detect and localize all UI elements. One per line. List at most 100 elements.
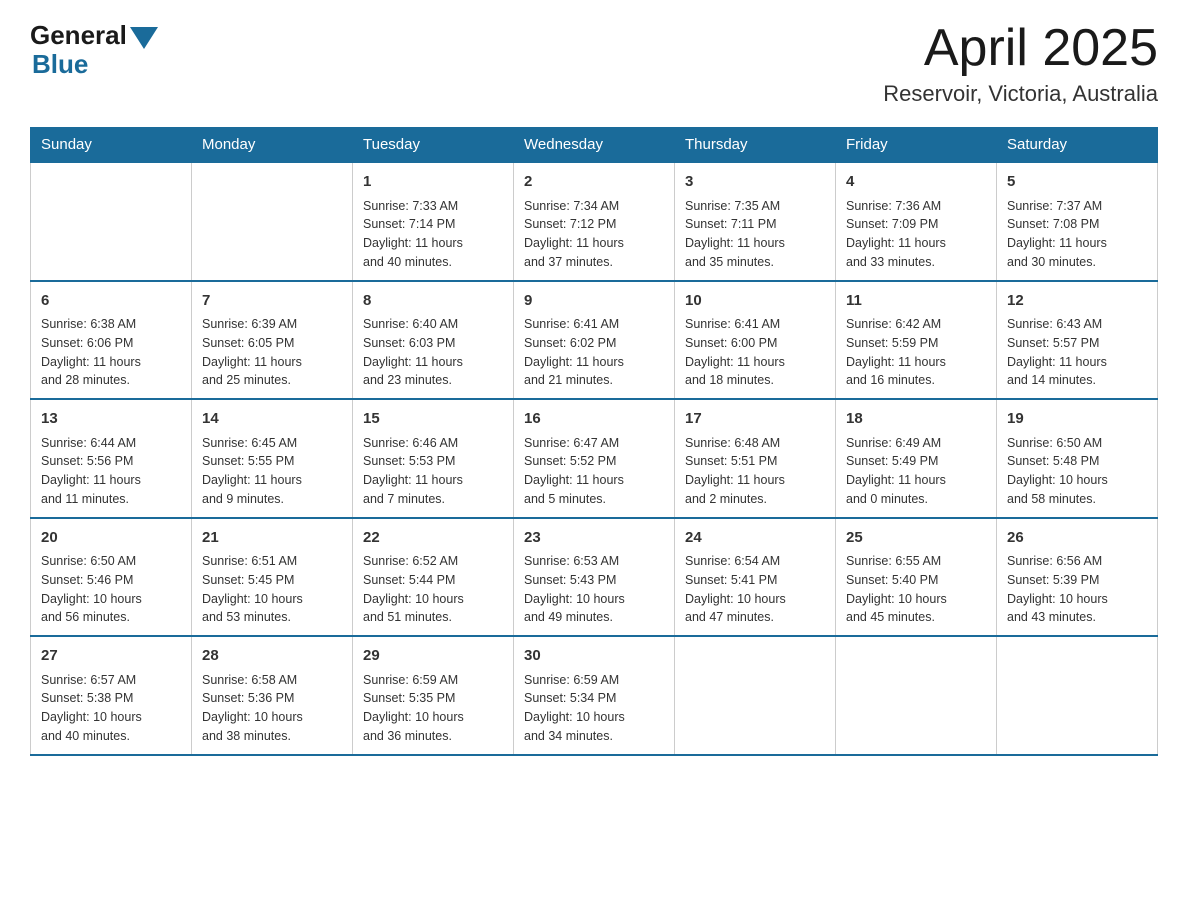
header-monday: Monday [192, 128, 353, 163]
day-info: Sunrise: 7:36 AM Sunset: 7:09 PM Dayligh… [846, 197, 986, 272]
day-info: Sunrise: 6:58 AM Sunset: 5:36 PM Dayligh… [202, 671, 342, 746]
day-info: Sunrise: 6:55 AM Sunset: 5:40 PM Dayligh… [846, 552, 986, 627]
calendar-cell: 4 Sunrise: 7:36 AM Sunset: 7:09 PM Daylig… [836, 162, 997, 281]
day-info: Sunrise: 6:59 AM Sunset: 5:34 PM Dayligh… [524, 671, 664, 746]
day-info: Sunrise: 7:33 AM Sunset: 7:14 PM Dayligh… [363, 197, 503, 272]
day-number: 6 [41, 290, 181, 313]
calendar-cell: 27 Sunrise: 6:57 AM Sunset: 5:38 PM Dayli… [31, 636, 192, 755]
calendar-cell: 10Sunrise: 6:41 AM Sunset: 6:00 PM Dayli… [675, 281, 836, 400]
day-number: 9 [524, 290, 664, 313]
page-title: April 2025 [883, 20, 1158, 77]
calendar-cell: 30 Sunrise: 6:59 AM Sunset: 5:34 PM Dayli… [514, 636, 675, 755]
day-number: 28 [202, 645, 342, 668]
calendar-cell: 7Sunrise: 6:39 AM Sunset: 6:05 PM Daylig… [192, 281, 353, 400]
calendar-cell: 23Sunrise: 6:53 AM Sunset: 5:43 PM Dayli… [514, 518, 675, 637]
page-header: General Blue April 2025 Reservoir, Victo… [30, 20, 1158, 107]
day-info: Sunrise: 6:46 AM Sunset: 5:53 PM Dayligh… [363, 434, 503, 509]
day-number: 7 [202, 290, 342, 313]
calendar-cell: 18 Sunrise: 6:49 AM Sunset: 5:49 PM Dayli… [836, 399, 997, 518]
calendar-cell: 22Sunrise: 6:52 AM Sunset: 5:44 PM Dayli… [353, 518, 514, 637]
day-info: Sunrise: 6:38 AM Sunset: 6:06 PM Dayligh… [41, 315, 181, 390]
day-number: 10 [685, 290, 825, 313]
day-number: 22 [363, 527, 503, 550]
calendar-cell: 1Sunrise: 7:33 AM Sunset: 7:14 PM Daylig… [353, 162, 514, 281]
day-number: 25 [846, 527, 986, 550]
calendar-header-row: SundayMondayTuesdayWednesdayThursdayFrid… [31, 128, 1158, 163]
calendar-table: SundayMondayTuesdayWednesdayThursdayFrid… [30, 127, 1158, 756]
day-info: Sunrise: 6:53 AM Sunset: 5:43 PM Dayligh… [524, 552, 664, 627]
day-info: Sunrise: 6:57 AM Sunset: 5:38 PM Dayligh… [41, 671, 181, 746]
page-subtitle: Reservoir, Victoria, Australia [883, 81, 1158, 107]
day-info: Sunrise: 7:37 AM Sunset: 7:08 PM Dayligh… [1007, 197, 1147, 272]
calendar-cell: 24Sunrise: 6:54 AM Sunset: 5:41 PM Dayli… [675, 518, 836, 637]
day-info: Sunrise: 6:51 AM Sunset: 5:45 PM Dayligh… [202, 552, 342, 627]
day-info: Sunrise: 6:47 AM Sunset: 5:52 PM Dayligh… [524, 434, 664, 509]
logo: General Blue [30, 20, 158, 80]
day-number: 18 [846, 408, 986, 431]
day-info: Sunrise: 6:41 AM Sunset: 6:02 PM Dayligh… [524, 315, 664, 390]
calendar-cell [192, 162, 353, 281]
day-number: 20 [41, 527, 181, 550]
day-number: 30 [524, 645, 664, 668]
logo-general-text: General [30, 20, 127, 51]
day-number: 26 [1007, 527, 1147, 550]
day-info: Sunrise: 6:45 AM Sunset: 5:55 PM Dayligh… [202, 434, 342, 509]
header-friday: Friday [836, 128, 997, 163]
header-thursday: Thursday [675, 128, 836, 163]
day-info: Sunrise: 6:50 AM Sunset: 5:48 PM Dayligh… [1007, 434, 1147, 509]
header-tuesday: Tuesday [353, 128, 514, 163]
calendar-cell: 20Sunrise: 6:50 AM Sunset: 5:46 PM Dayli… [31, 518, 192, 637]
day-number: 5 [1007, 171, 1147, 194]
week-row-5: 27 Sunrise: 6:57 AM Sunset: 5:38 PM Dayli… [31, 636, 1158, 755]
calendar-cell: 21Sunrise: 6:51 AM Sunset: 5:45 PM Dayli… [192, 518, 353, 637]
day-number: 3 [685, 171, 825, 194]
day-info: Sunrise: 6:41 AM Sunset: 6:00 PM Dayligh… [685, 315, 825, 390]
logo-triangle-icon [130, 27, 158, 49]
day-number: 15 [363, 408, 503, 431]
calendar-cell [31, 162, 192, 281]
calendar-cell: 6Sunrise: 6:38 AM Sunset: 6:06 PM Daylig… [31, 281, 192, 400]
day-info: Sunrise: 6:44 AM Sunset: 5:56 PM Dayligh… [41, 434, 181, 509]
day-number: 8 [363, 290, 503, 313]
calendar-cell: 17Sunrise: 6:48 AM Sunset: 5:51 PM Dayli… [675, 399, 836, 518]
day-info: Sunrise: 7:34 AM Sunset: 7:12 PM Dayligh… [524, 197, 664, 272]
day-number: 24 [685, 527, 825, 550]
calendar-cell: 14Sunrise: 6:45 AM Sunset: 5:55 PM Dayli… [192, 399, 353, 518]
day-number: 19 [1007, 408, 1147, 431]
calendar-cell: 9Sunrise: 6:41 AM Sunset: 6:02 PM Daylig… [514, 281, 675, 400]
calendar-cell: 26Sunrise: 6:56 AM Sunset: 5:39 PM Dayli… [997, 518, 1158, 637]
day-info: Sunrise: 6:52 AM Sunset: 5:44 PM Dayligh… [363, 552, 503, 627]
day-number: 11 [846, 290, 986, 313]
calendar-cell: 2 Sunrise: 7:34 AM Sunset: 7:12 PM Daylig… [514, 162, 675, 281]
header-saturday: Saturday [997, 128, 1158, 163]
day-number: 27 [41, 645, 181, 668]
calendar-cell: 25Sunrise: 6:55 AM Sunset: 5:40 PM Dayli… [836, 518, 997, 637]
calendar-cell: 29Sunrise: 6:59 AM Sunset: 5:35 PM Dayli… [353, 636, 514, 755]
calendar-cell: 15 Sunrise: 6:46 AM Sunset: 5:53 PM Dayli… [353, 399, 514, 518]
calendar-cell: 3 Sunrise: 7:35 AM Sunset: 7:11 PM Daylig… [675, 162, 836, 281]
day-number: 12 [1007, 290, 1147, 313]
day-info: Sunrise: 6:42 AM Sunset: 5:59 PM Dayligh… [846, 315, 986, 390]
week-row-3: 13Sunrise: 6:44 AM Sunset: 5:56 PM Dayli… [31, 399, 1158, 518]
header-wednesday: Wednesday [514, 128, 675, 163]
day-number: 2 [524, 171, 664, 194]
calendar-cell: 5 Sunrise: 7:37 AM Sunset: 7:08 PM Daylig… [997, 162, 1158, 281]
calendar-cell: 16Sunrise: 6:47 AM Sunset: 5:52 PM Dayli… [514, 399, 675, 518]
day-info: Sunrise: 7:35 AM Sunset: 7:11 PM Dayligh… [685, 197, 825, 272]
calendar-cell [836, 636, 997, 755]
week-row-1: 1Sunrise: 7:33 AM Sunset: 7:14 PM Daylig… [31, 162, 1158, 281]
day-info: Sunrise: 6:50 AM Sunset: 5:46 PM Dayligh… [41, 552, 181, 627]
week-row-2: 6Sunrise: 6:38 AM Sunset: 6:06 PM Daylig… [31, 281, 1158, 400]
header-sunday: Sunday [31, 128, 192, 163]
calendar-cell: 19 Sunrise: 6:50 AM Sunset: 5:48 PM Dayli… [997, 399, 1158, 518]
day-info: Sunrise: 6:56 AM Sunset: 5:39 PM Dayligh… [1007, 552, 1147, 627]
day-info: Sunrise: 6:39 AM Sunset: 6:05 PM Dayligh… [202, 315, 342, 390]
calendar-cell: 11Sunrise: 6:42 AM Sunset: 5:59 PM Dayli… [836, 281, 997, 400]
day-info: Sunrise: 6:49 AM Sunset: 5:49 PM Dayligh… [846, 434, 986, 509]
day-number: 23 [524, 527, 664, 550]
day-number: 17 [685, 408, 825, 431]
day-number: 4 [846, 171, 986, 194]
day-info: Sunrise: 6:54 AM Sunset: 5:41 PM Dayligh… [685, 552, 825, 627]
logo-blue-text: Blue [32, 49, 88, 80]
day-info: Sunrise: 6:59 AM Sunset: 5:35 PM Dayligh… [363, 671, 503, 746]
